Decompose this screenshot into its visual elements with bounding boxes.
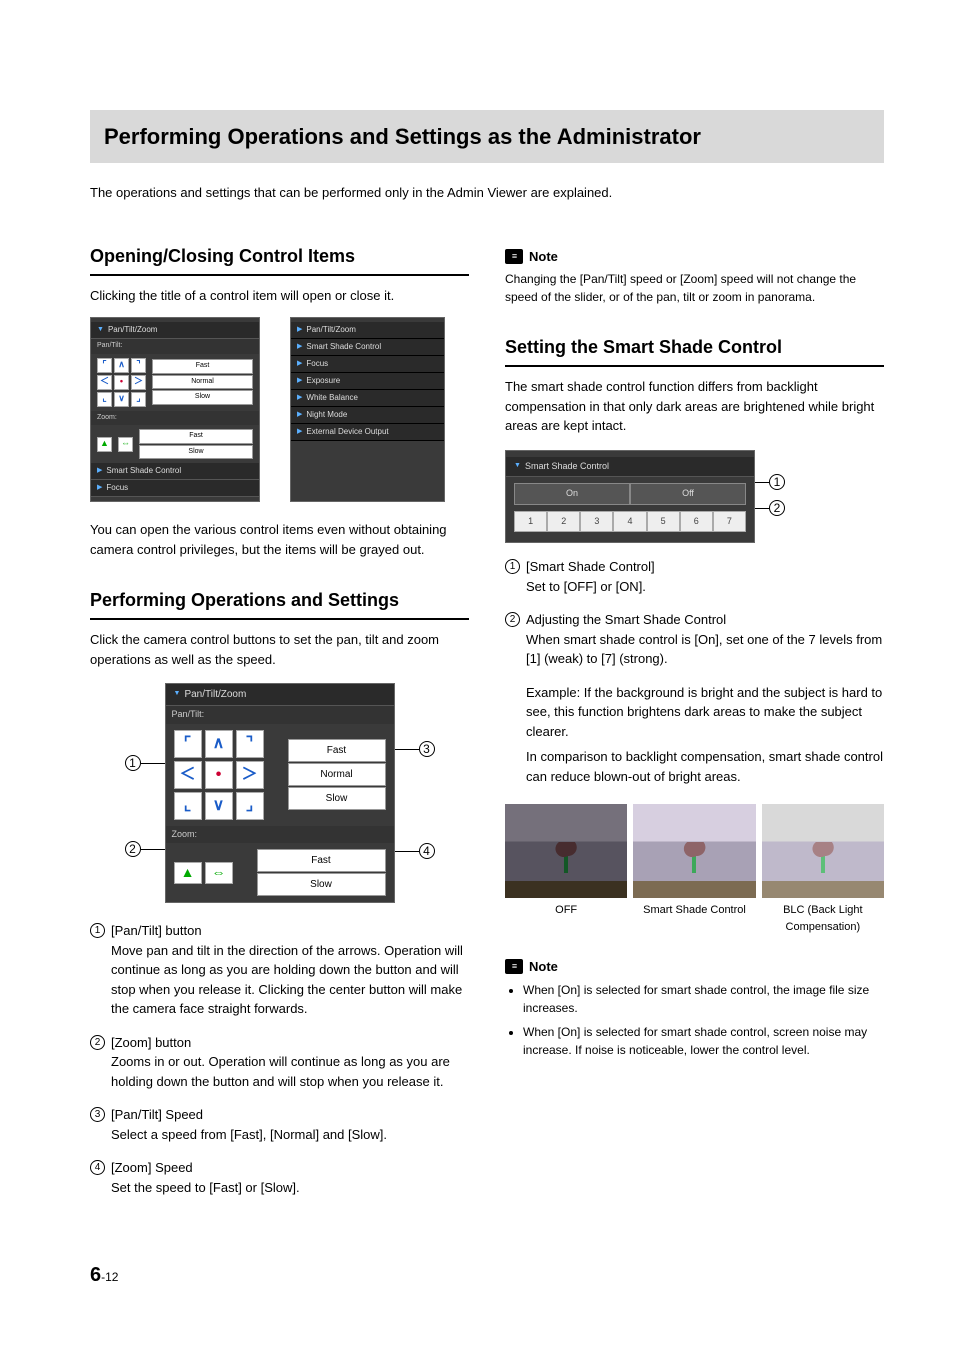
pan-tilt-up[interactable]: ∧: [205, 730, 233, 758]
comp-img-off: [505, 804, 627, 898]
pan-tilt-down-right[interactable]: ⌟: [236, 792, 264, 820]
ssc-levels[interactable]: 1 2 3 4 5 6 7: [514, 511, 746, 533]
ssc-figure: ▼Smart Shade Control On Off 1 2 3 4 5 6 …: [505, 450, 785, 544]
mini-screenshots: ▼Pan/Tilt/Zoom Pan/Tilt: ⌜∧⌝ ＜•＞ ⌞∨⌟ Fas…: [90, 317, 469, 502]
zoom-in[interactable]: ▲: [174, 862, 202, 884]
callout-2: 2: [125, 841, 141, 857]
note-icon: ≡: [505, 959, 523, 974]
disclosure-triangle-icon: ▼: [97, 325, 104, 336]
note1-text: Changing the [Pan/Tilt] speed or [Zoom] …: [505, 270, 884, 306]
zoom-speed-slow[interactable]: Slow: [257, 873, 386, 896]
page-title-bar: Performing Operations and Settings as th…: [90, 110, 884, 163]
speed-fast[interactable]: Fast: [288, 739, 386, 762]
left-column: Opening/Closing Control Items Clicking t…: [90, 243, 469, 1212]
pan-tilt-up-right[interactable]: ⌝: [236, 730, 264, 758]
section-opening-closing: Opening/Closing Control Items: [90, 243, 469, 276]
ptz-definitions: 1[Pan/Tilt] button Move pan and tilt in …: [90, 921, 469, 1197]
note-heading-2: ≡ Note: [505, 957, 884, 977]
section-smart-shade: Setting the Smart Shade Control: [505, 334, 884, 367]
callout-3: 3: [419, 741, 435, 757]
ssc-callout-1: 1: [769, 474, 785, 490]
comparison-row: OFF Smart Shade Control BLC (Back Light …: [505, 804, 884, 935]
page-title: Performing Operations and Settings as th…: [104, 120, 870, 153]
pan-tilt-down-left[interactable]: ⌞: [174, 792, 202, 820]
pan-tilt-left[interactable]: ＜: [174, 761, 202, 789]
sec1-after: You can open the various control items e…: [90, 520, 469, 559]
ssc-off[interactable]: Off: [630, 483, 746, 505]
ssc-toggle[interactable]: On Off: [514, 483, 746, 505]
pan-tilt-down[interactable]: ∨: [205, 792, 233, 820]
callout-4: 4: [419, 843, 435, 859]
sec3-text: The smart shade control function differs…: [505, 377, 884, 436]
disclosure-triangle-icon: ▼: [514, 461, 521, 472]
sec2-text: Click the camera control buttons to set …: [90, 630, 469, 669]
pan-tilt-center[interactable]: •: [205, 761, 233, 789]
ssc-callout-2: 2: [769, 500, 785, 516]
sec1-text: Clicking the title of a control item wil…: [90, 286, 469, 306]
pan-tilt-buttons[interactable]: ⌜ ∧ ⌝ ＜ • ＞ ⌞ ∨ ⌟: [174, 730, 264, 820]
ssc-on[interactable]: On: [514, 483, 630, 505]
pan-tilt-up-left[interactable]: ⌜: [174, 730, 202, 758]
section-performing: Performing Operations and Settings: [90, 587, 469, 620]
ssc-example1: Example: If the background is bright and…: [526, 683, 884, 742]
ssc-example2: In comparison to backlight compensation,…: [526, 747, 884, 786]
page-number: 6-12: [90, 1260, 118, 1290]
panel-ptz-open: ▼Pan/Tilt/Zoom Pan/Tilt: ⌜∧⌝ ＜•＞ ⌞∨⌟ Fas…: [90, 317, 260, 502]
panel-collapsed-list: ▶Pan/Tilt/Zoom ▶Smart Shade Control ▶Foc…: [290, 317, 445, 502]
zoom-buttons[interactable]: ▲ ⇔: [174, 862, 233, 884]
callout-1: 1: [125, 755, 141, 771]
comp-img-ssc: [633, 804, 755, 898]
intro-text: The operations and settings that can be …: [90, 183, 884, 203]
zoom-speed-fast[interactable]: Fast: [257, 849, 386, 872]
ptz-figure: ▼Pan/Tilt/Zoom Pan/Tilt: ⌜ ∧ ⌝ ＜ • ＞ ⌞ ∨: [125, 683, 435, 903]
note2-list: When [On] is selected for smart shade co…: [505, 981, 884, 1059]
zoom-out[interactable]: ⇔: [205, 862, 233, 884]
pan-tilt-right[interactable]: ＞: [236, 761, 264, 789]
right-column: ≡ Note Changing the [Pan/Tilt] speed or …: [505, 243, 884, 1212]
pan-tilt-speed[interactable]: Fast Normal Slow: [288, 739, 386, 810]
comp-img-blc: [762, 804, 884, 898]
note-heading-1: ≡ Note: [505, 247, 884, 267]
speed-normal[interactable]: Normal: [288, 763, 386, 786]
speed-slow[interactable]: Slow: [288, 787, 386, 810]
zoom-speed[interactable]: Fast Slow: [257, 849, 386, 896]
note-icon: ≡: [505, 249, 523, 264]
disclosure-triangle-icon: ▼: [174, 689, 181, 700]
